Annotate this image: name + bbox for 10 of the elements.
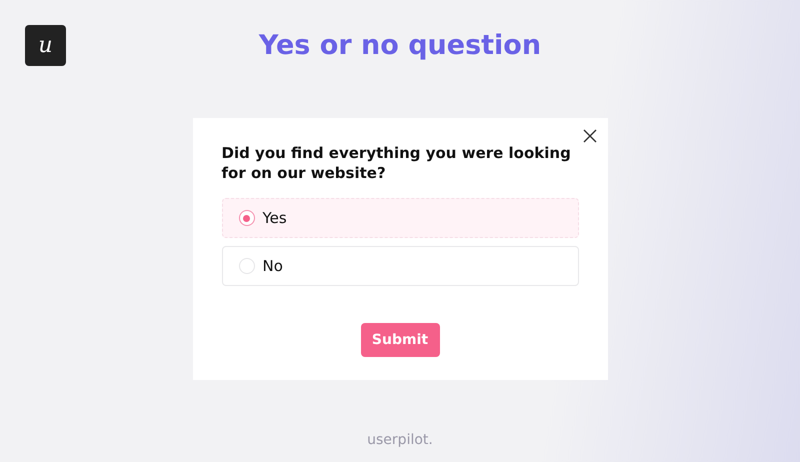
logo-icon: u [25,25,66,66]
page-title: Yes or no question [258,30,542,61]
answer-option[interactable]: Yes [222,198,578,238]
answer-option[interactable]: No [222,246,578,286]
radio-button[interactable] [238,210,254,226]
question-text: Did you find everything you were looking for on our website? [222,143,572,183]
close-icon[interactable] [582,129,596,143]
option-label: No [262,257,283,275]
option-label: Yes [262,209,287,227]
footer-text: userpilot. [367,432,433,448]
